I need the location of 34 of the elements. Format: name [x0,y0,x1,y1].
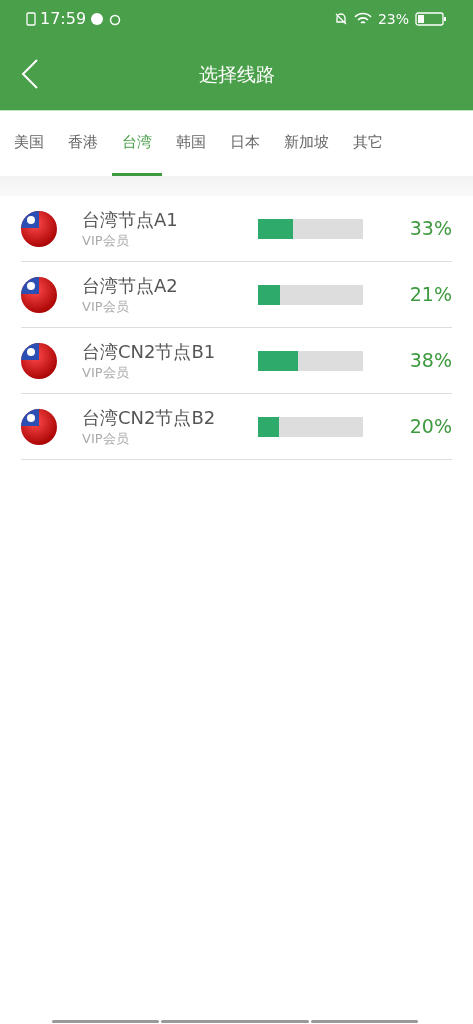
region-tab[interactable]: 新加坡 [274,111,339,176]
region-tab[interactable]: 日本 [220,111,270,176]
back-button[interactable] [20,58,40,90]
server-row[interactable]: 台湾节点A1 VIP会员 33% [21,196,452,262]
region-tab[interactable]: 香港 [58,111,108,176]
membership-label: VIP会员 [82,232,130,249]
load-percent: 20% [409,414,452,440]
server-name: 台湾CN2节点B1 [82,340,217,364]
flag-icon [21,210,57,247]
load-percent: 38% [409,348,452,374]
region-tab[interactable]: 美国 [4,111,54,176]
server-name: 台湾节点A1 [82,208,179,232]
membership-label: VIP会员 [82,430,130,447]
membership-label: VIP会员 [82,364,130,381]
flag-icon [21,276,57,313]
server-name: 台湾CN2节点B2 [82,406,217,430]
membership-label: VIP会员 [82,298,130,315]
flag-icon [21,408,57,445]
sim-icon [26,12,36,26]
flag-icon [21,342,57,379]
server-row[interactable]: 台湾CN2节点B1 VIP会员 38% [21,328,452,394]
battery-icon [415,11,447,27]
server-row[interactable]: 台湾节点A2 VIP会员 21% [21,262,452,328]
wifi-icon [353,12,372,26]
battery-percent: 23% [377,9,409,29]
clock-time: 17:59 [40,8,87,30]
region-tab[interactable]: 韩国 [166,111,216,176]
server-name: 台湾节点A2 [82,274,179,298]
server-row[interactable]: 台湾CN2节点B2 VIP会员 20% [21,394,452,460]
bell-muted-icon [333,12,348,26]
region-tab[interactable]: 其它 [343,111,393,176]
load-percent: 21% [409,282,452,308]
load-percent: 33% [409,216,452,242]
page-title: 选择线路 [198,61,275,87]
